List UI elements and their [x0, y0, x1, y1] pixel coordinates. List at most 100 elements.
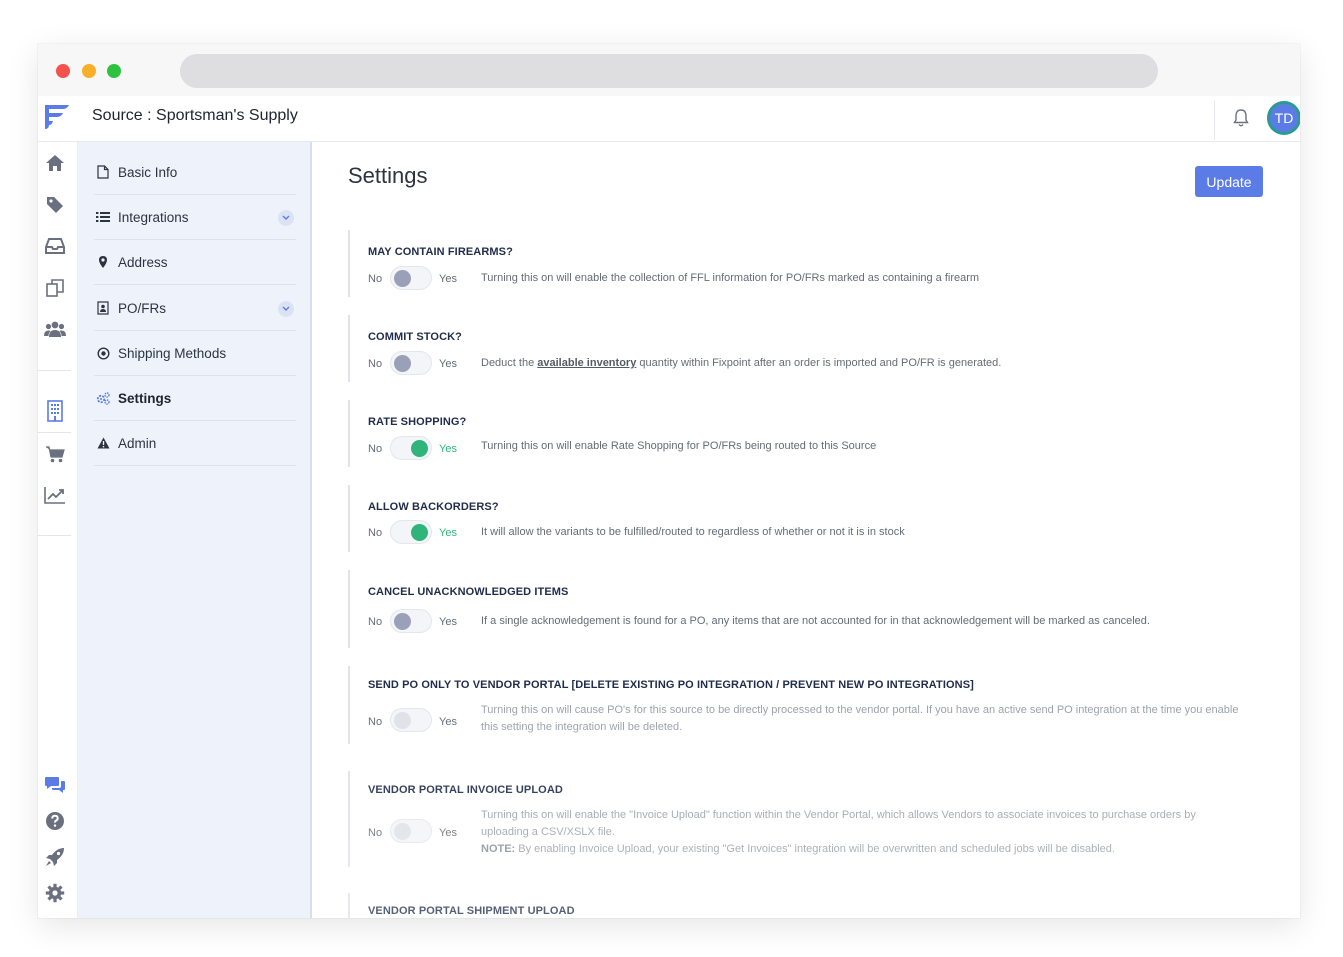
settings-subnav: Basic Info Integrations Address PO/FRs S…: [78, 142, 312, 918]
users-icon[interactable]: [44, 318, 66, 340]
toggle-knob: [394, 613, 411, 630]
toggle-no-label: No: [368, 358, 383, 370]
setting-description: Turning this on will enable the "Invoice…: [481, 807, 1241, 858]
toggle-knob: [394, 712, 411, 729]
toggle-yes-label: Yes: [439, 827, 457, 839]
firearms-toggle[interactable]: [390, 266, 432, 290]
note-label: NOTE:: [481, 843, 516, 855]
toggle-knob: [394, 823, 411, 840]
toggle-no-label: No: [368, 827, 383, 839]
toggle-yes-label: Yes: [439, 527, 457, 539]
address-bar[interactable]: [180, 54, 1158, 88]
toggle-knob: [411, 524, 428, 541]
rate-shopping-toggle[interactable]: [390, 436, 432, 460]
chat-icon[interactable]: [44, 774, 66, 796]
tag-icon[interactable]: [44, 194, 66, 216]
browser-window: Source : Sportsman's Supply TD Basic Inf…: [38, 44, 1300, 918]
toggle-yes-label: Yes: [439, 273, 457, 285]
setting-title: MAY CONTAIN FIREARMS?: [368, 246, 513, 258]
subnav-item-address[interactable]: Address: [94, 240, 296, 285]
main-content: Settings Update MAY CONTAIN FIREARMS? No…: [312, 142, 1300, 918]
subnav-label: Address: [118, 254, 168, 270]
commit-stock-toggle[interactable]: [390, 351, 432, 375]
rocket-icon[interactable]: [44, 846, 66, 868]
app-logo-icon[interactable]: [43, 102, 71, 132]
page-heading: Source : Sportsman's Supply: [92, 107, 298, 125]
setting-allow-backorders: ALLOW BACKORDERS? No Yes It will allow t…: [348, 485, 1248, 552]
source-name: Sportsman's Supply: [156, 107, 298, 124]
setting-title: ALLOW BACKORDERS?: [368, 501, 499, 513]
chart-line-icon[interactable]: [44, 484, 66, 506]
toggle-yes-label: Yes: [439, 616, 457, 628]
building-icon[interactable]: [44, 400, 66, 422]
maximize-window-button[interactable]: [107, 64, 121, 78]
source-label: Source :: [92, 107, 152, 124]
toggle-no-label: No: [368, 616, 383, 628]
setting-title: SEND PO ONLY TO VENDOR PORTAL [DELETE EX…: [368, 679, 974, 691]
desc-text: Deduct the: [481, 357, 538, 369]
toggle-no-label: No: [368, 527, 383, 539]
note-text: By enabling Invoice Upload, your existin…: [515, 843, 1115, 855]
warning-icon: [96, 436, 110, 450]
home-icon[interactable]: [44, 152, 66, 174]
cart-icon[interactable]: [44, 443, 66, 465]
subnav-item-po-frs[interactable]: PO/FRs: [94, 286, 296, 331]
subnav-label: Integrations: [118, 209, 189, 225]
file-icon: [96, 165, 110, 179]
toggle-no-label: No: [368, 716, 383, 728]
setting-description: Turning this on will enable the collecti…: [481, 272, 980, 284]
subnav-label: PO/FRs: [118, 300, 167, 316]
setting-title: COMMIT STOCK?: [368, 331, 462, 343]
gear-icon[interactable]: [44, 882, 66, 904]
subnav-item-settings[interactable]: Settings: [94, 376, 296, 421]
minimize-window-button[interactable]: [82, 64, 96, 78]
copy-icon[interactable]: [44, 277, 66, 299]
toggle-yes-label: Yes: [439, 716, 457, 728]
setting-title: VENDOR PORTAL SHIPMENT UPLOAD: [368, 905, 575, 917]
toggle-knob: [394, 270, 411, 287]
target-icon: [96, 346, 110, 360]
invoice-upload-toggle[interactable]: [390, 819, 432, 843]
allow-backorders-toggle[interactable]: [390, 520, 432, 544]
close-window-button[interactable]: [56, 64, 70, 78]
setting-cancel-unacknowledged: CANCEL UNACKNOWLEDGED ITEMS No Yes If a …: [348, 570, 1248, 648]
setting-send-po-vendor-portal: SEND PO ONLY TO VENDOR PORTAL [DELETE EX…: [348, 666, 1248, 744]
toggle-knob: [394, 355, 411, 372]
available-inventory-link[interactable]: available inventory: [537, 357, 636, 369]
desc-text: Turning this on will enable the "Invoice…: [481, 809, 1196, 838]
bell-icon[interactable]: [1230, 107, 1252, 129]
toggle-no-label: No: [368, 273, 383, 285]
top-header: Source : Sportsman's Supply TD: [38, 96, 1300, 142]
setting-description: It will allow the variants to be fulfill…: [481, 526, 905, 538]
subnav-item-integrations[interactable]: Integrations: [94, 195, 296, 240]
help-icon[interactable]: [44, 810, 66, 832]
inbox-icon[interactable]: [44, 235, 66, 257]
avatar[interactable]: TD: [1267, 101, 1300, 135]
setting-description: Turning this on will cause PO's for this…: [481, 704, 1239, 733]
cancel-unacknowledged-toggle[interactable]: [390, 609, 432, 633]
toggle-yes-label: Yes: [439, 358, 457, 370]
subnav-item-shipping-methods[interactable]: Shipping Methods: [94, 331, 296, 376]
setting-rate-shopping: RATE SHOPPING? No Yes Turning this on wi…: [348, 400, 1248, 467]
setting-title: CANCEL UNACKNOWLEDGED ITEMS: [368, 586, 569, 598]
subnav-label: Shipping Methods: [118, 345, 227, 361]
rail-divider: [38, 432, 71, 433]
update-button[interactable]: Update: [1195, 166, 1263, 197]
send-po-vendor-portal-toggle[interactable]: [390, 708, 432, 732]
subnav-label: Basic Info: [118, 164, 178, 180]
contact-card-icon: [96, 301, 110, 315]
subnav-label: Settings: [118, 390, 172, 406]
map-pin-icon: [96, 255, 110, 269]
list-icon: [96, 210, 110, 224]
setting-invoice-upload: VENDOR PORTAL INVOICE UPLOAD No Yes Turn…: [348, 771, 1248, 867]
subnav-label: Admin: [118, 435, 157, 451]
browser-chrome: [38, 44, 1300, 96]
subnav-item-admin[interactable]: Admin: [94, 421, 296, 466]
icon-sidebar: [38, 142, 78, 918]
chevron-down-icon[interactable]: [278, 210, 294, 226]
rail-divider: [38, 535, 71, 536]
chevron-down-icon[interactable]: [278, 301, 294, 317]
header-divider: [1214, 100, 1215, 140]
subnav-item-basic-info[interactable]: Basic Info: [94, 150, 296, 195]
toggle-yes-label: Yes: [439, 443, 457, 455]
